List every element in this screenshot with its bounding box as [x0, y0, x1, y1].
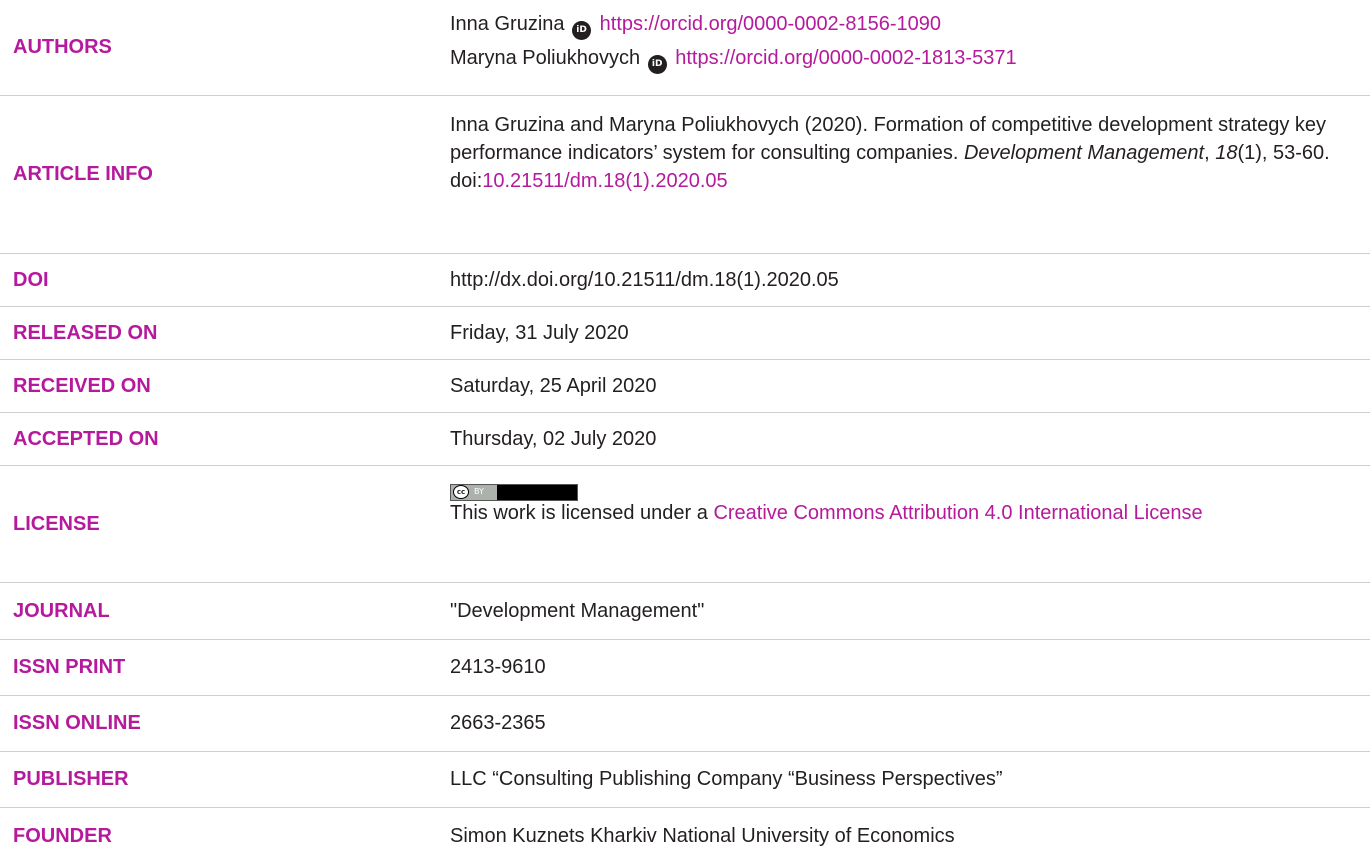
publisher-row: PUBLISHER LLC “Consulting Publishing Com… — [0, 752, 1370, 808]
journal-value: "Development Management" — [450, 600, 705, 622]
doi-value: http://dx.doi.org/10.21511/dm.18(1).2020… — [450, 269, 839, 291]
received-row: RECEIVED ON Saturday, 25 April 2020 — [0, 360, 1370, 413]
license-text: This work is licensed under a Creative C… — [450, 502, 1203, 524]
issn-online-value: 2663-2365 — [450, 712, 546, 734]
article-citation: Inna Gruzina and Maryna Poliukhovych (20… — [450, 111, 1330, 195]
received-label: RECEIVED ON — [13, 374, 151, 397]
released-label: RELEASED ON — [13, 321, 158, 344]
accepted-label: ACCEPTED ON — [13, 427, 159, 450]
article-info-row: ARTICLE INFO Inna Gruzina and Maryna Pol… — [0, 96, 1370, 254]
doi-row: DOI http://dx.doi.org/10.21511/dm.18(1).… — [0, 254, 1370, 307]
accepted-row: ACCEPTED ON Thursday, 02 July 2020 — [0, 413, 1370, 466]
license-value: cc BY This work is licensed under a Crea… — [450, 474, 1320, 529]
accepted-value: Thursday, 02 July 2020 — [450, 428, 657, 450]
authors-row: AUTHORS Inna Gruzina iD https://orcid.or… — [0, 0, 1370, 96]
founder-value: Simon Kuznets Kharkiv National Universit… — [450, 825, 955, 847]
citation-journal: Development Management — [963, 142, 1205, 164]
license-label: LICENSE — [13, 512, 100, 535]
cc-by-badge[interactable]: cc BY — [450, 474, 1320, 501]
orcid-link[interactable]: https://orcid.org/0000-0002-1813-5371 — [675, 47, 1016, 69]
issn-online-label: ISSN ONLINE — [13, 712, 141, 734]
orcid-link[interactable]: https://orcid.org/0000-0002-8156-1090 — [600, 13, 941, 35]
authors-label: AUTHORS — [13, 36, 112, 58]
doi-label: DOI — [13, 268, 49, 291]
journal-label: JOURNAL — [13, 599, 110, 622]
issn-online-row: ISSN ONLINE 2663-2365 — [0, 696, 1370, 752]
citation-doi-link[interactable]: 10.21511/dm.18(1).2020.05 — [482, 170, 727, 192]
license-link[interactable]: Creative Commons Attribution 4.0 Interna… — [713, 502, 1202, 524]
released-value: Friday, 31 July 2020 — [450, 322, 629, 344]
issn-print-value: 2413-9610 — [450, 656, 546, 678]
citation-volume: 18 — [1215, 142, 1238, 164]
author-name: Inna Gruzina — [450, 13, 565, 35]
author-entry: Maryna Poliukhovych iD https://orcid.org… — [450, 44, 1320, 74]
released-row: RELEASED ON Friday, 31 July 2020 — [0, 307, 1370, 360]
citation-issue-pages: (1), 53-60. — [1237, 142, 1330, 164]
issn-print-row: ISSN PRINT 2413-9610 — [0, 640, 1370, 696]
author-name: Maryna Poliukhovych — [450, 47, 641, 69]
authors-list: Inna Gruzina iD https://orcid.org/0000-0… — [450, 10, 1320, 74]
founder-row: FOUNDER Simon Kuznets Kharkiv National U… — [0, 808, 1370, 864]
issn-print-label: ISSN PRINT — [13, 656, 126, 678]
received-value: Saturday, 25 April 2020 — [450, 375, 657, 397]
cc-icon: cc — [453, 485, 469, 499]
article-info-label: ARTICLE INFO — [13, 163, 153, 185]
founder-label: FOUNDER — [13, 824, 112, 847]
publisher-label: PUBLISHER — [13, 768, 129, 790]
orcid-icon[interactable]: iD — [572, 21, 592, 40]
citation-doi-prefix: doi: — [450, 170, 483, 192]
author-entry: Inna Gruzina iD https://orcid.org/0000-0… — [450, 10, 1320, 44]
journal-row: JOURNAL "Development Management" — [0, 583, 1370, 640]
orcid-icon[interactable]: iD — [647, 55, 667, 74]
citation-separator: , — [1204, 142, 1216, 164]
license-row: LICENSE cc BY This work is licensed unde… — [0, 466, 1370, 583]
publisher-value: LLC “Consulting Publishing Company “Busi… — [450, 768, 1003, 790]
